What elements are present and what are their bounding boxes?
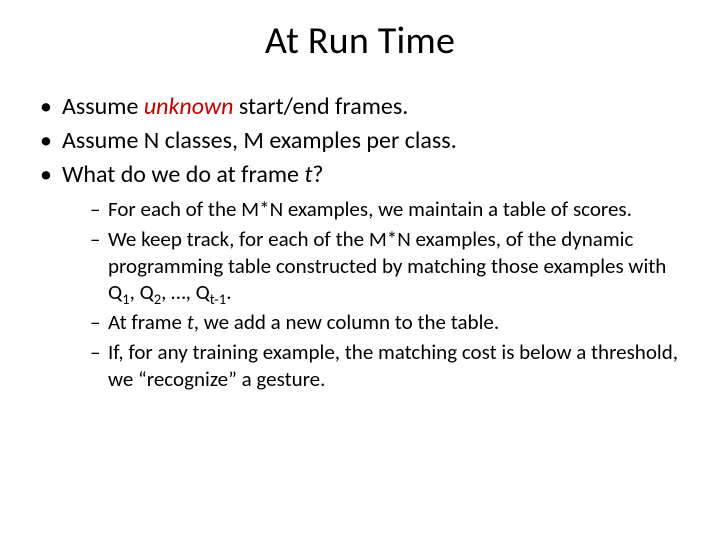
sub-bullet-list: For each of the M*N examples, we maintai… xyxy=(62,196,690,392)
sub-4: If, for any training example, the matchi… xyxy=(90,339,690,392)
bullet-1-post: start/end frames. xyxy=(233,92,408,121)
sub-3-post: , we add a new column to the table. xyxy=(194,309,499,335)
bullet-3-post: ? xyxy=(312,160,323,189)
bullet-1-emph: unknown xyxy=(144,92,234,121)
sub-2: We keep track, for each of the M*N examp… xyxy=(90,226,690,305)
sub-2-idx3: t-1 xyxy=(210,290,226,308)
sub-1: For each of the M*N examples, we maintai… xyxy=(90,196,690,222)
bullet-1: Assume unknown start/end frames. xyxy=(40,92,690,122)
slide-title: At Run Time xyxy=(30,18,690,64)
slide: At Run Time Assume unknown start/end fra… xyxy=(0,0,720,540)
sub-2-post: . xyxy=(226,279,231,305)
bullet-2: Assume N classes, M examples per class. xyxy=(40,126,690,156)
sub-3-pre: At frame xyxy=(108,309,187,335)
bullet-3-pre: What do we do at frame xyxy=(62,160,304,189)
bullet-1-pre: Assume xyxy=(62,92,144,121)
bullet-list: Assume unknown start/end frames. Assume … xyxy=(30,92,690,392)
sub-2-mid1: , Q xyxy=(130,279,154,305)
sub-2-idx1: 1 xyxy=(122,290,129,308)
sub-3-t: t xyxy=(187,309,194,335)
sub-3: At frame t, we add a new column to the t… xyxy=(90,309,690,335)
sub-2-mid2: , …, Q xyxy=(161,279,210,305)
bullet-3: What do we do at frame t? For each of th… xyxy=(40,160,690,392)
